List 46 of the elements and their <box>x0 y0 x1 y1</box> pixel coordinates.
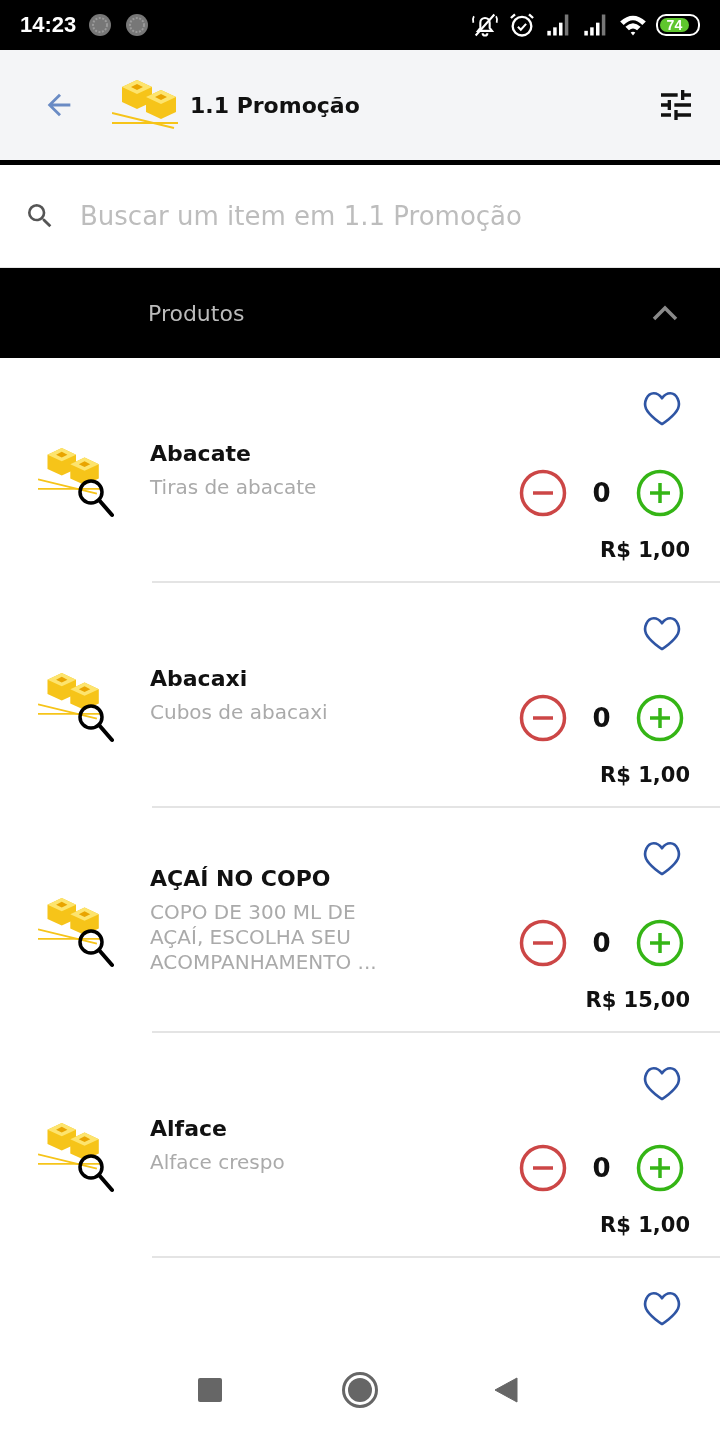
circle-icon <box>125 13 150 37</box>
product-price: R$ 1,00 <box>600 1212 690 1239</box>
heart-icon[interactable] <box>642 389 682 427</box>
product-price: R$ 1,00 <box>600 537 690 564</box>
product-name: Abacate <box>150 439 252 468</box>
sushi-magnifier-icon[interactable] <box>38 448 114 518</box>
search-field[interactable]: Buscar um item em 1.1 Promoção <box>80 196 700 236</box>
bell-off-icon <box>471 11 499 39</box>
minus-icon[interactable] <box>519 469 567 517</box>
minus-icon[interactable] <box>519 919 567 967</box>
minus-icon[interactable] <box>519 694 567 742</box>
product-description: Cubos de abacaxi <box>150 699 329 725</box>
sushi-magnifier-icon[interactable] <box>38 898 114 968</box>
heart-icon[interactable] <box>642 1289 682 1327</box>
minus-icon[interactable] <box>519 1144 567 1192</box>
alarm-clock-icon <box>508 11 536 39</box>
plus-icon[interactable] <box>636 1144 684 1192</box>
product-price: R$ 15,00 <box>585 987 690 1014</box>
product-name: Alface <box>150 1114 228 1143</box>
sushi-icon <box>112 80 178 130</box>
quantity-value: 0 <box>591 703 612 733</box>
product-name: Abacaxi <box>150 664 249 693</box>
sushi-magnifier-icon[interactable] <box>38 1123 114 1193</box>
product-price: R$ 1,00 <box>600 762 690 789</box>
quantity-value: 0 <box>591 1153 612 1183</box>
product-description: Tiras de abacate <box>150 474 318 500</box>
heart-icon[interactable] <box>642 839 682 877</box>
heart-icon[interactable] <box>642 1064 682 1102</box>
quantity-value: 0 <box>591 928 612 958</box>
product-description: COPO DE 300 ML DE AÇAÍ, ESCOLHA SEU ACOMPANHAMENTO ... <box>150 899 378 975</box>
status-time: 14:23 <box>20 12 77 38</box>
product-name: AÇAÍ NO COPO <box>150 864 332 893</box>
section-title: Produtos <box>148 300 245 326</box>
plus-icon[interactable] <box>636 919 684 967</box>
home-icon[interactable] <box>342 1372 378 1408</box>
sushi-magnifier-icon[interactable] <box>38 673 114 743</box>
heart-icon[interactable] <box>642 614 682 652</box>
plus-icon[interactable] <box>636 469 684 517</box>
chevron-icon[interactable] <box>652 305 678 321</box>
circle-icon <box>88 13 113 37</box>
back-icon[interactable] <box>494 1377 518 1403</box>
product-description: Alface crespo <box>150 1149 286 1175</box>
battery-percent: 74 <box>660 18 689 32</box>
plus-icon[interactable] <box>636 694 684 742</box>
quantity-value: 0 <box>591 478 612 508</box>
page-title: 1.1 Promoção <box>190 92 360 118</box>
